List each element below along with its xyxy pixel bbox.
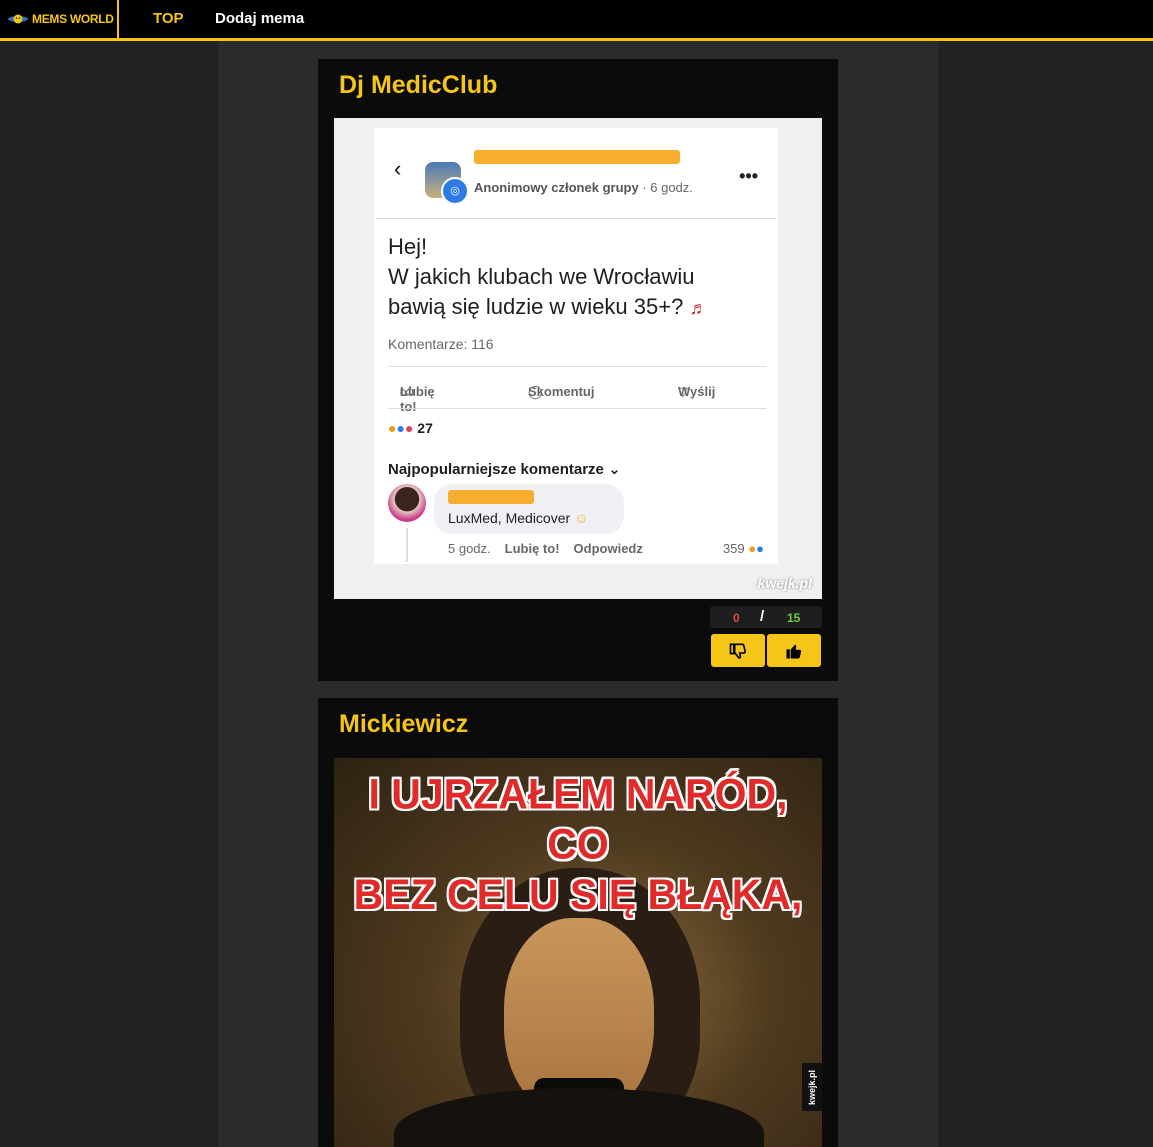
meme-image[interactable]: ‹ ◎ Anonimowy członek grupy · 6 godz. ••… xyxy=(334,118,822,599)
comment-bubble: LuxMed, Medicover ☺ xyxy=(434,484,624,534)
chevron-down-icon: ⌄ xyxy=(608,461,621,478)
laugh-react-icon: ● xyxy=(748,541,757,556)
redaction-mark xyxy=(474,150,680,164)
comment-reactions: 359 ●● xyxy=(722,541,764,556)
upside-down-face-icon: ☺ xyxy=(574,510,589,526)
anonymous-icon: ◎ xyxy=(441,177,469,205)
dancer-emoji-icon: ♬ xyxy=(689,298,708,318)
meme-image[interactable]: I UJRZAŁEM NARÓD, CO BEZ CELU SIĘ BŁĄKA,… xyxy=(334,758,822,1147)
image-watermark: kwejk.pl xyxy=(757,575,812,591)
nav-top-link[interactable]: TOP xyxy=(153,10,184,27)
thumbs-down-icon xyxy=(729,643,746,659)
top-navbar: MEMS WORLD TOP Dodaj mema xyxy=(0,0,1153,41)
downvote-button[interactable] xyxy=(711,634,765,667)
reactions: ●●● 27 xyxy=(388,420,433,436)
meme-post: Dj MedicClub ‹ ◎ Anonimowy członek grupy… xyxy=(318,59,838,681)
popular-comments-label: Najpopularniejsze komentarze ⌄ xyxy=(388,461,621,478)
divider xyxy=(376,218,776,219)
like-react-icon: ● xyxy=(756,541,764,556)
image-watermark: kwejk.pl xyxy=(802,1063,822,1111)
meme-post: Mickiewicz I UJRZAŁEM NARÓD, CO BEZ CELU… xyxy=(318,698,838,1147)
more-options-icon: ••• xyxy=(739,166,758,186)
facebook-post-screenshot: ‹ ◎ Anonimowy członek grupy · 6 godz. ••… xyxy=(374,128,778,564)
post-meta: Anonimowy członek grupy · 6 godz. xyxy=(474,180,693,195)
divider xyxy=(388,408,766,409)
redaction-mark xyxy=(448,490,534,504)
divider xyxy=(388,366,766,367)
score-separator: / xyxy=(760,608,765,625)
thread-line xyxy=(406,528,408,562)
post-text: Hej! W jakich klubach we Wrocławiu bawią… xyxy=(388,234,708,319)
comments-count: Komentarze: 116 xyxy=(388,336,494,352)
nav-add-meme-link[interactable]: Dodaj mema xyxy=(215,10,304,27)
back-arrow-icon: ‹ xyxy=(394,156,402,181)
brand-name: MEMS WORLD xyxy=(32,12,114,26)
brand-logo-icon xyxy=(8,14,28,24)
meme-caption: I UJRZAŁEM NARÓD, CO BEZ CELU SIĘ BŁĄKA, xyxy=(353,769,803,919)
post-title[interactable]: Dj MedicClub xyxy=(339,71,497,100)
vote-score: 0 / 15 xyxy=(710,606,822,628)
commenter-avatar xyxy=(388,484,426,522)
upvote-button[interactable] xyxy=(767,634,821,667)
portrait-coat xyxy=(394,1088,764,1147)
upvote-count: 15 xyxy=(787,611,801,625)
post-actions: 👍︎ Lubię to! ◯ Skomentuj ▽ Wyślij xyxy=(400,384,716,414)
comment-meta: 5 godz. Lubię to! Odpowiedz xyxy=(448,541,643,556)
post-title[interactable]: Mickiewicz xyxy=(339,710,468,739)
brand-logo-link[interactable]: MEMS WORLD xyxy=(0,0,119,38)
thumbs-up-icon xyxy=(786,644,802,658)
downvote-count: 0 xyxy=(733,611,740,625)
